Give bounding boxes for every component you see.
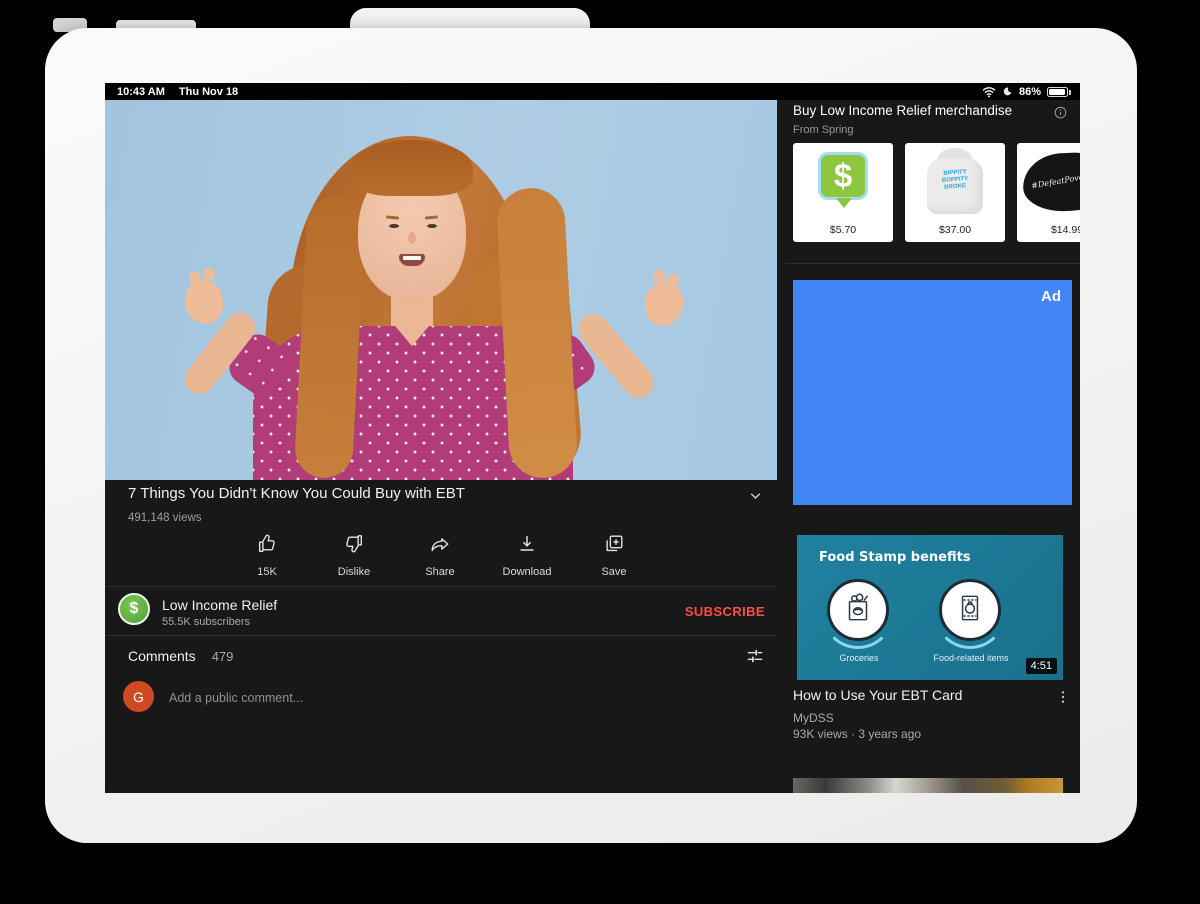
thumbs-up-icon: [256, 533, 278, 560]
hoodie-image: BIPPITY BOPPITY BROKE: [923, 148, 987, 216]
user-avatar-initial: G: [133, 689, 144, 705]
comments-header[interactable]: Comments 479: [128, 648, 233, 664]
presenter-finger: [653, 270, 665, 282]
like-button[interactable]: 15K: [225, 533, 309, 578]
product-price: $14.99: [1017, 224, 1080, 236]
presenter-eye: [427, 224, 437, 228]
merch-product-fannypack[interactable]: #DefeatPoverty $14.99: [1017, 143, 1080, 242]
wifi-icon: [982, 86, 996, 98]
groceries-circle: [827, 579, 889, 641]
thumbnail-title: Food Stamp benefits: [819, 550, 971, 565]
status-bar: 10:43 AM Thu Nov 18 86%: [105, 83, 1080, 100]
divider: [105, 635, 777, 636]
presenter-hand: [640, 278, 688, 330]
ad-banner[interactable]: Ad: [793, 280, 1072, 505]
comment-input[interactable]: Add a public comment...: [169, 691, 303, 705]
duration-badge: 4:51: [1026, 658, 1057, 674]
share-label: Share: [425, 566, 454, 578]
clock: 10:43 AM: [117, 86, 165, 98]
merch-product-sticker[interactable]: $ $5.70: [793, 143, 893, 242]
presenter-eye: [389, 224, 399, 228]
thumbnail-caption: Food-related items: [916, 653, 1026, 663]
presenter-teeth: [403, 256, 421, 260]
ad-label: Ad: [1041, 288, 1061, 305]
like-count: 15K: [257, 566, 277, 578]
battery-percent: 86%: [1019, 86, 1041, 98]
share-arrow-icon: [429, 533, 451, 560]
dollar-sticker-image: $: [818, 152, 868, 200]
video-title: 7 Things You Didn't Know You Could Buy w…: [128, 485, 698, 502]
merch-source: From Spring: [793, 124, 854, 136]
view-count: 491,148 views: [128, 512, 202, 524]
presenter-hand: [180, 276, 228, 328]
channel-avatar-symbol: $: [130, 600, 139, 618]
presenter-nose: [408, 232, 416, 244]
date: Thu Nov 18: [179, 86, 238, 98]
fannypack-text: #DefeatPoverty: [1031, 168, 1080, 190]
fannypack-image: #DefeatPoverty: [1022, 151, 1080, 214]
merch-product-hoodie[interactable]: BIPPITY BOPPITY BROKE $37.00: [905, 143, 1005, 242]
video-player[interactable]: [105, 100, 777, 480]
partial-thumbnail[interactable]: [793, 778, 1063, 793]
channel-subscribers: 55.5K subscribers: [162, 616, 250, 628]
presenter-finger: [667, 274, 679, 286]
subscribe-button[interactable]: SUBSCRIBE: [685, 604, 765, 619]
user-avatar[interactable]: G: [123, 681, 154, 712]
presenter-finger: [203, 268, 215, 280]
dollar-symbol: $: [834, 159, 852, 192]
channel-avatar[interactable]: $: [118, 593, 150, 625]
presenter-finger: [189, 272, 201, 284]
product-price: $37.00: [905, 224, 1005, 236]
presenter-hair: [495, 186, 578, 479]
comments-count: 479: [212, 649, 234, 664]
save-button[interactable]: Save: [572, 533, 656, 578]
moon-icon: [1002, 86, 1013, 97]
grocery-bag-icon: [841, 591, 875, 630]
save-playlist-icon: [603, 533, 625, 560]
food-items-circle: [939, 579, 1001, 641]
download-button[interactable]: Download: [485, 533, 569, 578]
download-label: Download: [503, 566, 552, 578]
save-label: Save: [601, 566, 626, 578]
merch-shelf-title: Buy Low Income Relief merchandise: [793, 103, 1045, 118]
related-video-title[interactable]: How to Use Your EBT Card: [793, 687, 1045, 703]
youtube-app-screen: 10:43 AM Thu Nov 18 86%: [105, 83, 1080, 793]
divider: [785, 263, 1080, 264]
battery-icon: [1047, 87, 1068, 97]
comment-sort-icon[interactable]: [745, 646, 765, 671]
presenter-hair: [351, 140, 473, 196]
seed-packet-icon: [953, 591, 987, 630]
dislike-button[interactable]: Dislike: [312, 533, 396, 578]
kebab-menu-icon[interactable]: [1055, 689, 1071, 710]
info-icon[interactable]: [1053, 105, 1068, 125]
comments-title: Comments: [128, 648, 196, 664]
thumbs-down-icon: [343, 533, 365, 560]
share-button[interactable]: Share: [398, 533, 482, 578]
chevron-down-icon[interactable]: [747, 487, 764, 509]
tablet-screenshot: 10:43 AM Thu Nov 18 86%: [0, 0, 1200, 904]
hoodie-text: BIPPITY BOPPITY BROKE: [939, 169, 971, 192]
related-video-meta: 93K views · 3 years ago: [793, 727, 921, 741]
related-video-channel: MyDSS: [793, 711, 834, 725]
product-price: $5.70: [793, 224, 893, 236]
related-video-thumbnail[interactable]: Food Stamp benefits: [797, 535, 1063, 680]
thumbnail-caption: Groceries: [819, 653, 899, 663]
download-arrow-icon: [516, 533, 538, 560]
dislike-label: Dislike: [338, 566, 370, 578]
divider: [105, 586, 777, 587]
channel-name[interactable]: Low Income Relief: [162, 597, 277, 613]
